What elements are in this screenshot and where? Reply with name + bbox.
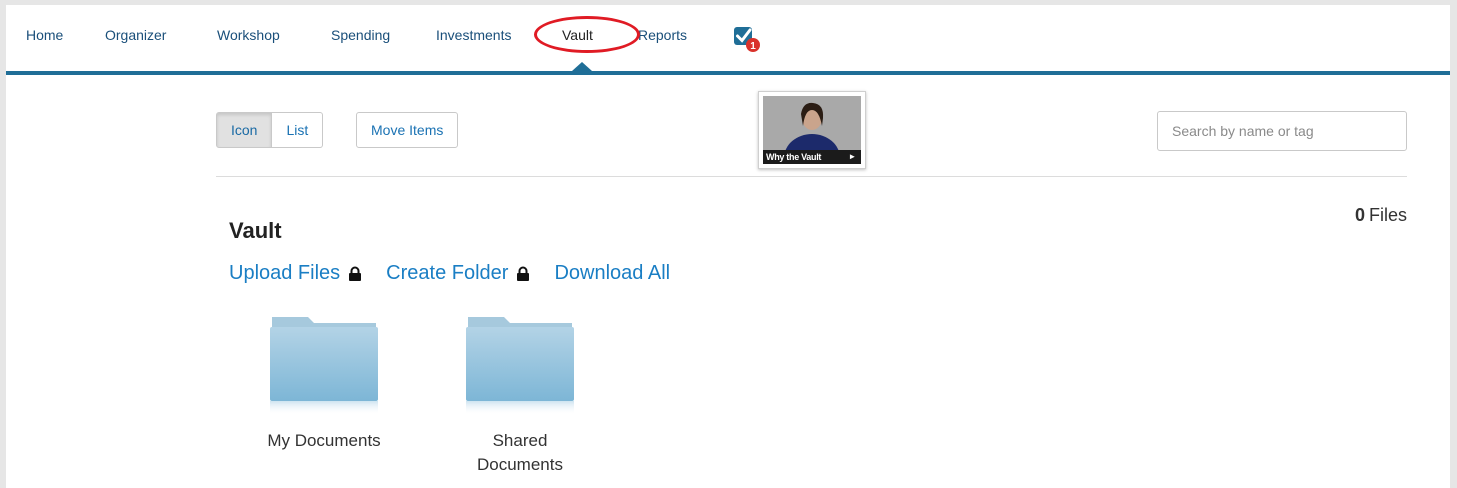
nav-workshop[interactable]: Workshop xyxy=(217,27,280,43)
nav-reports[interactable]: Reports xyxy=(638,27,687,43)
video-caption: Why the Vault ► xyxy=(763,150,861,164)
nav-investments[interactable]: Investments xyxy=(436,27,511,43)
nav-spending[interactable]: Spending xyxy=(331,27,390,43)
nav-organizer[interactable]: Organizer xyxy=(105,27,166,43)
folder-label: Shared Documents xyxy=(440,429,600,477)
page-title: Vault xyxy=(229,218,282,243)
folder-shared-documents[interactable]: Shared Documents xyxy=(440,313,600,477)
folder-my-documents[interactable]: My Documents xyxy=(244,313,404,453)
download-all-link[interactable]: Download All xyxy=(554,262,670,285)
notification-count: 1 xyxy=(750,41,756,52)
lock-icon xyxy=(349,266,362,281)
active-tab-caret xyxy=(572,62,592,71)
list-view-button[interactable]: List xyxy=(272,112,324,148)
folder-icon xyxy=(466,317,574,415)
search-input[interactable] xyxy=(1157,111,1407,151)
icon-view-button[interactable]: Icon xyxy=(216,112,273,148)
folder-label-line1: Shared xyxy=(492,431,548,450)
video-thumbnail-image xyxy=(763,96,861,150)
vault-highlight-circle xyxy=(534,16,640,53)
todo-checkbox-icon[interactable]: 1 xyxy=(733,25,761,53)
top-navigation: Home Organizer Workshop Spending Investm… xyxy=(6,5,1450,75)
why-the-vault-video[interactable]: Why the Vault ► xyxy=(758,91,866,169)
window-frame-right xyxy=(1450,0,1457,488)
folder-label-line2: Documents xyxy=(477,455,563,474)
folder-icon xyxy=(270,317,378,415)
move-items-button[interactable]: Move Items xyxy=(356,112,459,148)
nav-home[interactable]: Home xyxy=(26,27,63,43)
create-folder-link[interactable]: Create Folder xyxy=(386,262,554,285)
toolbar-divider xyxy=(216,176,1407,177)
folder-label: My Documents xyxy=(267,431,381,450)
nav-underline-bar xyxy=(6,71,1450,75)
play-icon: ► xyxy=(848,152,856,161)
view-toggle: Icon List xyxy=(216,112,324,148)
lock-icon xyxy=(517,266,530,281)
vault-actions: Upload Files Create Folder Download All xyxy=(229,262,670,285)
files-count: 0 Files xyxy=(1354,205,1407,225)
upload-files-link[interactable]: Upload Files xyxy=(229,262,386,285)
